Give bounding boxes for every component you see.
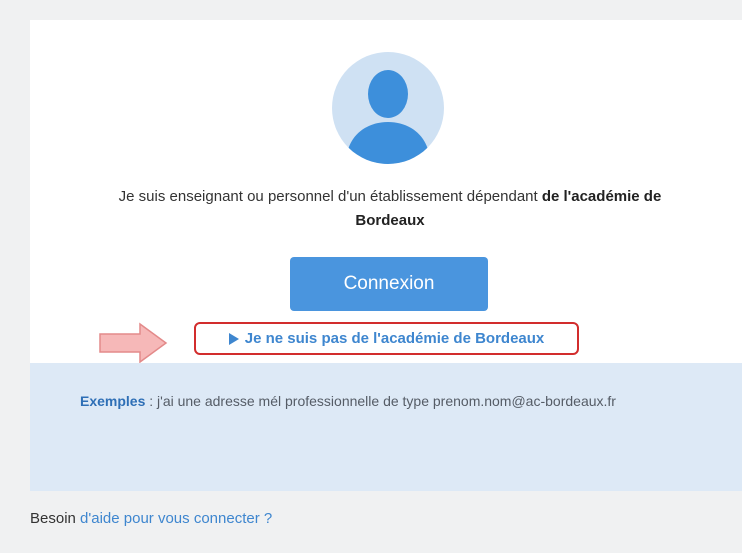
help-line: Besoin d'aide pour vous connecter ? (30, 510, 272, 527)
login-button[interactable]: Connexion (290, 257, 488, 311)
play-triangle-icon (228, 332, 239, 345)
help-link[interactable]: d'aide pour vous connecter ? (80, 510, 272, 527)
examples-label: Exemples (80, 393, 146, 409)
login-card: Je suis enseignant ou personnel d'un éta… (30, 20, 742, 363)
intro-text: Je suis enseignant ou personnel d'un éta… (100, 185, 680, 233)
examples-description: : j'ai une adresse mél professionnelle d… (145, 393, 616, 409)
intro-text-regular: Je suis enseignant ou personnel d'un éta… (118, 188, 538, 205)
not-from-academy-link[interactable]: Je ne suis pas de l'académie de Bordeaux (194, 322, 579, 355)
help-prefix: Besoin (30, 510, 81, 527)
not-from-academy-label: Je ne suis pas de l'académie de Bordeaux (244, 330, 545, 347)
right-arrow-icon (98, 322, 170, 369)
user-avatar-icon (332, 52, 444, 164)
examples-panel: Exemples : j'ai une adresse mél professi… (30, 363, 742, 491)
examples-text: Exemples : j'ai une adresse mél professi… (80, 390, 670, 413)
